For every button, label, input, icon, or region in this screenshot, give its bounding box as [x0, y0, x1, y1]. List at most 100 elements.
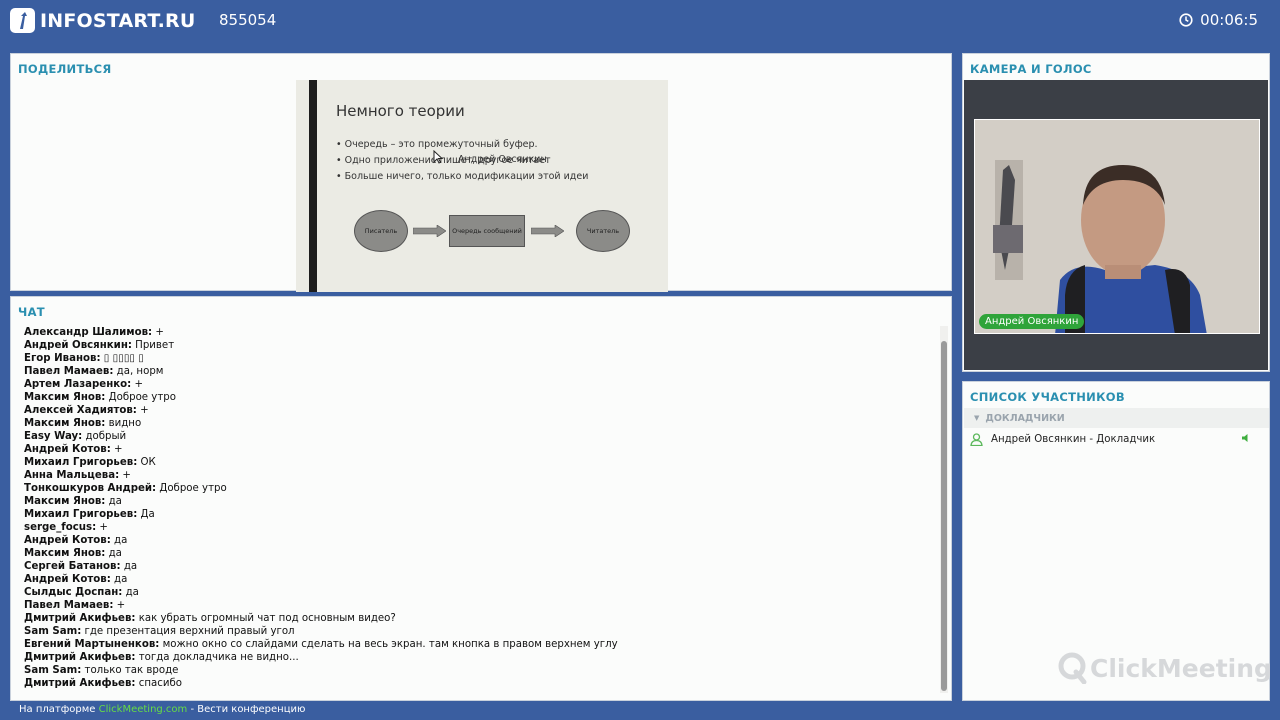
chat-text: Да	[137, 509, 155, 520]
speaker-volume-icon	[1242, 434, 1248, 442]
footer-prefix: На платформе	[19, 704, 99, 715]
chat-message: Дмитрий Акифьев: спасибо	[24, 677, 939, 690]
chat-author: Тонкошкуров Андрей:	[24, 483, 157, 494]
chat-text: да	[110, 535, 128, 546]
speaker-video[interactable]: Андрей Овсянкин	[974, 119, 1260, 334]
chat-author: Sam Sam:	[24, 665, 82, 676]
chat-text: тогда докладчика не видно...	[135, 652, 299, 663]
camera-panel: КАМЕРА И ГОЛОС Андрей Овсянкин	[962, 53, 1270, 372]
chat-author: Михаил Григорьев:	[24, 509, 138, 520]
presentation-slide[interactable]: Немного теории Очередь – это промежуточн…	[296, 80, 668, 292]
chat-author: Павел Мамаев:	[24, 366, 114, 377]
group-label: ДОКЛАДЧИКИ	[985, 412, 1065, 424]
chat-text: +	[113, 600, 126, 611]
participants-panel: СПИСОК УЧАСТНИКОВ ▼ ДОКЛАДЧИКИ Андрей Ов…	[962, 381, 1272, 701]
participants-panel-title: СПИСОК УЧАСТНИКОВ	[970, 390, 1125, 404]
chat-message: Сылдыс Доспан: да	[24, 586, 939, 599]
chat-message: Алексей Хадиятов: +	[24, 404, 939, 417]
chat-author: Максим Янов:	[24, 496, 106, 507]
chat-author: Дмитрий Акифьев:	[24, 613, 136, 624]
chat-author: Дмитрий Акифьев:	[24, 652, 136, 663]
chat-author: Михаил Григорьев:	[24, 457, 138, 468]
chat-message: serge_focus: +	[24, 521, 939, 534]
chat-author: serge_focus:	[24, 522, 97, 533]
chat-author: Павел Мамаев:	[24, 600, 114, 611]
group-presenters[interactable]: ▼ ДОКЛАДЧИКИ	[964, 408, 1269, 428]
chat-message: Сергей Батанов: да	[24, 560, 939, 573]
chat-author: Андрей Овсянкин:	[24, 340, 132, 351]
chat-author: Анна Мальцева:	[24, 470, 120, 481]
chat-message: Максим Янов: да	[24, 547, 939, 560]
chat-text: где презентация верхний правый угол	[81, 626, 295, 637]
participant-row[interactable]: Андрей Овсянкин - Докладчик	[964, 429, 1269, 449]
triangle-down-icon: ▼	[974, 414, 980, 422]
logo: INFOSTART.RU	[10, 8, 196, 33]
chat-text: +	[119, 470, 131, 481]
chat-scrollbar-thumb[interactable]	[941, 341, 947, 691]
chat-message: Артем Лазаренко: +	[24, 378, 939, 391]
chat-text: да	[105, 496, 122, 507]
speaker-name-badge: Андрей Овсянкин	[979, 314, 1085, 329]
chat-message: Тонкошкуров Андрей: Доброе утро	[24, 482, 939, 495]
chat-author: Сылдыс Доспан:	[24, 587, 123, 598]
chat-message: Павел Мамаев: да, норм	[24, 365, 939, 378]
chat-author: Максим Янов:	[24, 548, 106, 559]
chat-author: Сергей Батанов:	[24, 561, 121, 572]
chat-text: ▯ ▯▯▯▯ ▯	[100, 353, 144, 364]
top-bar: INFOSTART.RU 855054 00:06:5	[0, 0, 1280, 44]
chat-author: Алексей Хадиятов:	[24, 405, 137, 416]
chat-author: Андрей Котов:	[24, 444, 111, 455]
slide-sidebar-bar	[309, 80, 317, 292]
chat-author: Андрей Котов:	[24, 535, 111, 546]
share-panel-title: ПОДЕЛИТЬСЯ	[18, 62, 112, 76]
chat-text: да	[110, 574, 128, 585]
flow-node-queue: Очередь сообщений	[449, 215, 525, 247]
share-panel: ПОДЕЛИТЬСЯ Немного теории Очередь – это …	[10, 53, 952, 292]
clickmeeting-logo-icon	[1058, 652, 1087, 684]
chat-message: Максим Янов: видно	[24, 417, 939, 430]
infostart-logo-icon	[10, 8, 35, 33]
chat-text: +	[131, 379, 144, 390]
chat-text: видно	[105, 418, 142, 429]
chat-text: да	[122, 587, 139, 598]
camera-area: Андрей Овсянкин	[964, 80, 1268, 370]
footer: На платформе ClickMeeting.com - Вести ко…	[19, 704, 305, 715]
slide-overlay-name: Андрей Овсянкин	[458, 154, 547, 165]
chat-message: Анна Мальцева: +	[24, 469, 939, 482]
chat-author: Easy Way:	[24, 431, 83, 442]
chat-text: добрый	[82, 431, 127, 442]
chat-text: только так вроде	[81, 665, 179, 676]
chat-message-list[interactable]: Александр Шалимов: + Андрей Овсянкин: При…	[24, 326, 939, 694]
chat-text: ОК	[137, 457, 156, 468]
logo-text: INFOSTART.RU	[40, 9, 196, 32]
chat-author: Александр Шалимов:	[24, 327, 153, 338]
chat-text: да	[120, 561, 138, 572]
chat-panel-title: ЧАТ	[18, 305, 45, 319]
flow-node-writer: Писатель	[354, 210, 408, 252]
chat-author: Максим Янов:	[24, 392, 106, 403]
session-timer: 00:06:5	[1179, 11, 1258, 29]
chat-panel: ЧАТ Александр Шалимов: + Андрей Овсянкин:…	[10, 296, 952, 701]
chat-author: Артем Лазаренко:	[24, 379, 132, 390]
chat-message: Максим Янов: да	[24, 495, 939, 508]
user-icon	[970, 432, 983, 446]
chat-message: Андрей Овсянкин: Привет	[24, 339, 939, 352]
chat-text: Доброе утро	[156, 483, 227, 494]
chat-message: Егор Иванов: ▯ ▯▯▯▯ ▯	[24, 352, 939, 365]
chat-message: Easy Way: добрый	[24, 430, 939, 443]
clickmeeting-logo: ClickMeeting	[1058, 652, 1272, 684]
chat-message: Sam Sam: только так вроде	[24, 664, 939, 677]
footer-link[interactable]: ClickMeeting.com	[99, 704, 188, 715]
chat-message: Sam Sam: где презентация верхний правый …	[24, 625, 939, 638]
arrow-right-icon	[531, 225, 564, 237]
chat-message: Александр Шалимов: +	[24, 326, 939, 339]
chat-message: Андрей Котов: +	[24, 443, 939, 456]
chat-author: Евгений Мартыненков:	[24, 639, 160, 650]
chat-message: Михаил Григорьев: ОК	[24, 456, 939, 469]
mouse-pointer-icon	[433, 149, 444, 168]
chat-scrollbar[interactable]	[940, 326, 948, 693]
chat-message: Михаил Григорьев: Да	[24, 508, 939, 521]
chat-text: да, норм	[113, 366, 164, 377]
flow-node-reader: Читатель	[576, 210, 630, 252]
chat-message: Евгений Мартыненков: можно окно со слайд…	[24, 638, 939, 651]
